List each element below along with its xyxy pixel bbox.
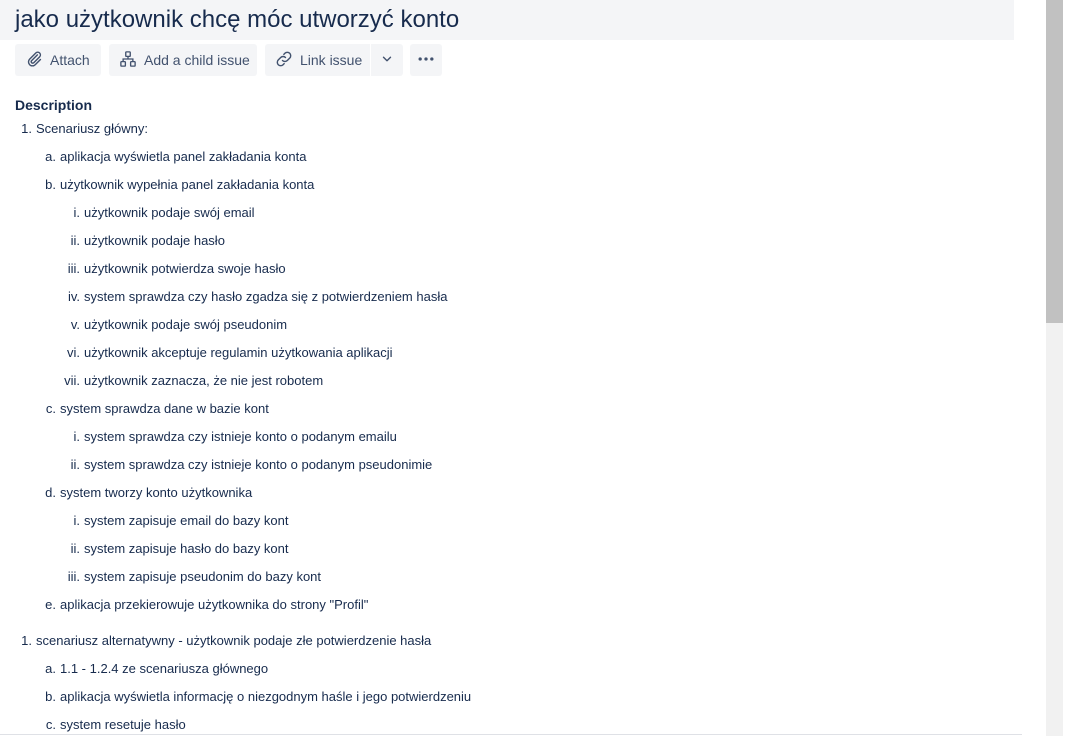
list-marker: ii. — [70, 457, 80, 472]
list-item-text: system zapisuje email do bazy kont — [84, 513, 289, 528]
list-marker: iv. — [67, 289, 80, 304]
list-item: ii. użytkownik podaje hasło — [56, 230, 225, 252]
list-item-text: scenariusz alternatywny - użytkownik pod… — [36, 633, 432, 648]
list-item-text: system zapisuje pseudonim do bazy kont — [84, 569, 322, 584]
list-item-text: system resetuje hasło — [60, 717, 186, 732]
divider — [0, 734, 1022, 735]
attach-button[interactable]: Attach — [15, 44, 101, 76]
description-heading: Description — [15, 97, 93, 113]
list-marker: a. — [45, 149, 56, 164]
more-actions-button[interactable] — [410, 44, 442, 76]
list-item-text: użytkownik podaje swój pseudonim — [84, 317, 288, 332]
list-item: iii. system zapisuje pseudonim do bazy ko… — [56, 566, 321, 588]
attach-label: Attach — [50, 52, 90, 68]
list-item-text: system sprawdza czy hasło zgadza się z p… — [84, 289, 448, 304]
list-item-text: aplikacja wyświetla informację o niezgod… — [60, 689, 472, 704]
list-item-text: Scenariusz główny: — [36, 121, 148, 136]
hierarchy-icon — [119, 50, 144, 71]
issue-title-bar[interactable]: jako użytkownik chcę móc utworzyć konto — [0, 0, 1014, 40]
list-marker: ii. — [70, 233, 80, 248]
list-marker: iii. — [67, 261, 80, 276]
issue-toolbar: Attach Add a child issue Link issue — [15, 44, 442, 76]
list-marker: iii. — [67, 569, 80, 584]
list-item: vii. użytkownik zaznacza, że nie jest rob… — [56, 370, 323, 392]
list-item: 1. scenariusz alternatywny - użytkownik p… — [8, 630, 431, 652]
paperclip-icon — [25, 50, 50, 71]
list-marker: i. — [73, 205, 81, 220]
list-item-text: system sprawdza czy istnieje konto o pod… — [84, 457, 433, 472]
more-horizontal-icon — [416, 49, 436, 72]
list-marker: c. — [45, 401, 56, 416]
list-item: 1. Scenariusz główny: — [8, 118, 148, 140]
list-item: a. 1.1 - 1.2.4 ze scenariusza głównego — [32, 658, 268, 680]
list-item: c. system sprawdza dane w bazie kont — [32, 398, 269, 420]
list-marker: 1. — [21, 633, 32, 648]
list-item: d. system tworzy konto użytkownika — [32, 482, 252, 504]
list-item: ii. system zapisuje hasło do bazy kont — [56, 538, 289, 560]
list-item-text: użytkownik podaje hasło — [84, 233, 225, 248]
list-item: v. użytkownik podaje swój pseudonim — [56, 314, 287, 336]
list-item: vi. użytkownik akceptuje regulamin użytko… — [56, 342, 393, 364]
list-item: i. użytkownik podaje swój email — [56, 202, 255, 224]
list-marker: vi. — [67, 345, 80, 360]
list-item-text: aplikacja przekierowuje użytkownika do s… — [60, 597, 369, 612]
list-item-text: użytkownik akceptuje regulamin użytkowan… — [84, 345, 393, 360]
list-item-text: system sprawdza dane w bazie kont — [60, 401, 269, 416]
add-child-issue-label: Add a child issue — [144, 52, 250, 68]
list-item: i. system sprawdza czy istnieje konto o p… — [56, 426, 397, 448]
add-child-issue-button[interactable]: Add a child issue — [109, 44, 257, 76]
list-item: b. aplikacja wyświetla informację o niezg… — [32, 686, 471, 708]
list-item: a. aplikacja wyświetla panel zakładania k… — [32, 146, 306, 168]
list-item-text: system sprawdza czy istnieje konto o pod… — [84, 429, 397, 444]
list-marker: c. — [45, 717, 56, 732]
list-item-text: użytkownik zaznacza, że nie jest robotem — [84, 373, 324, 388]
list-marker: e. — [45, 597, 56, 612]
list-marker: b. — [45, 177, 56, 192]
list-item: i. system zapisuje email do bazy kont — [56, 510, 289, 532]
scrollbar-thumb[interactable] — [1046, 0, 1063, 323]
list-marker: 1. — [21, 121, 32, 136]
list-item-text: użytkownik potwierdza swoje hasło — [84, 261, 286, 276]
link-icon — [275, 50, 300, 71]
list-item: ii. system sprawdza czy istnieje konto o … — [56, 454, 433, 476]
chevron-down-icon — [380, 52, 394, 69]
link-issue-label: Link issue — [300, 52, 363, 68]
list-marker: i. — [73, 513, 81, 528]
list-marker: v. — [70, 317, 80, 332]
list-item-text: system zapisuje hasło do bazy kont — [84, 541, 289, 556]
list-marker: vii. — [64, 373, 80, 388]
list-item: e. aplikacja przekierowuje użytkownika do… — [32, 594, 368, 616]
list-item-text: 1.1 - 1.2.4 ze scenariusza głównego — [60, 661, 269, 676]
list-marker: i. — [73, 429, 81, 444]
list-item: c. system resetuje hasło — [32, 714, 186, 736]
issue-title[interactable]: jako użytkownik chcę móc utworzyć konto — [15, 5, 459, 35]
list-marker: b. — [45, 689, 56, 704]
list-marker: a. — [45, 661, 56, 676]
link-issue-button[interactable]: Link issue — [265, 44, 370, 76]
link-issue-dropdown-button[interactable] — [371, 44, 403, 76]
list-item-text: użytkownik wypełnia panel zakładania kon… — [60, 177, 315, 192]
list-marker: ii. — [70, 541, 80, 556]
list-item-text: system tworzy konto użytkownika — [60, 485, 253, 500]
list-item: iv. system sprawdza czy hasło zgadza się … — [56, 286, 448, 308]
list-item: iii. użytkownik potwierdza swoje hasło — [56, 258, 286, 280]
list-item: b. użytkownik wypełnia panel zakładania k… — [32, 174, 314, 196]
list-item-text: aplikacja wyświetla panel zakładania kon… — [60, 149, 307, 164]
list-item-text: użytkownik podaje swój email — [84, 205, 255, 220]
list-marker: d. — [45, 485, 56, 500]
